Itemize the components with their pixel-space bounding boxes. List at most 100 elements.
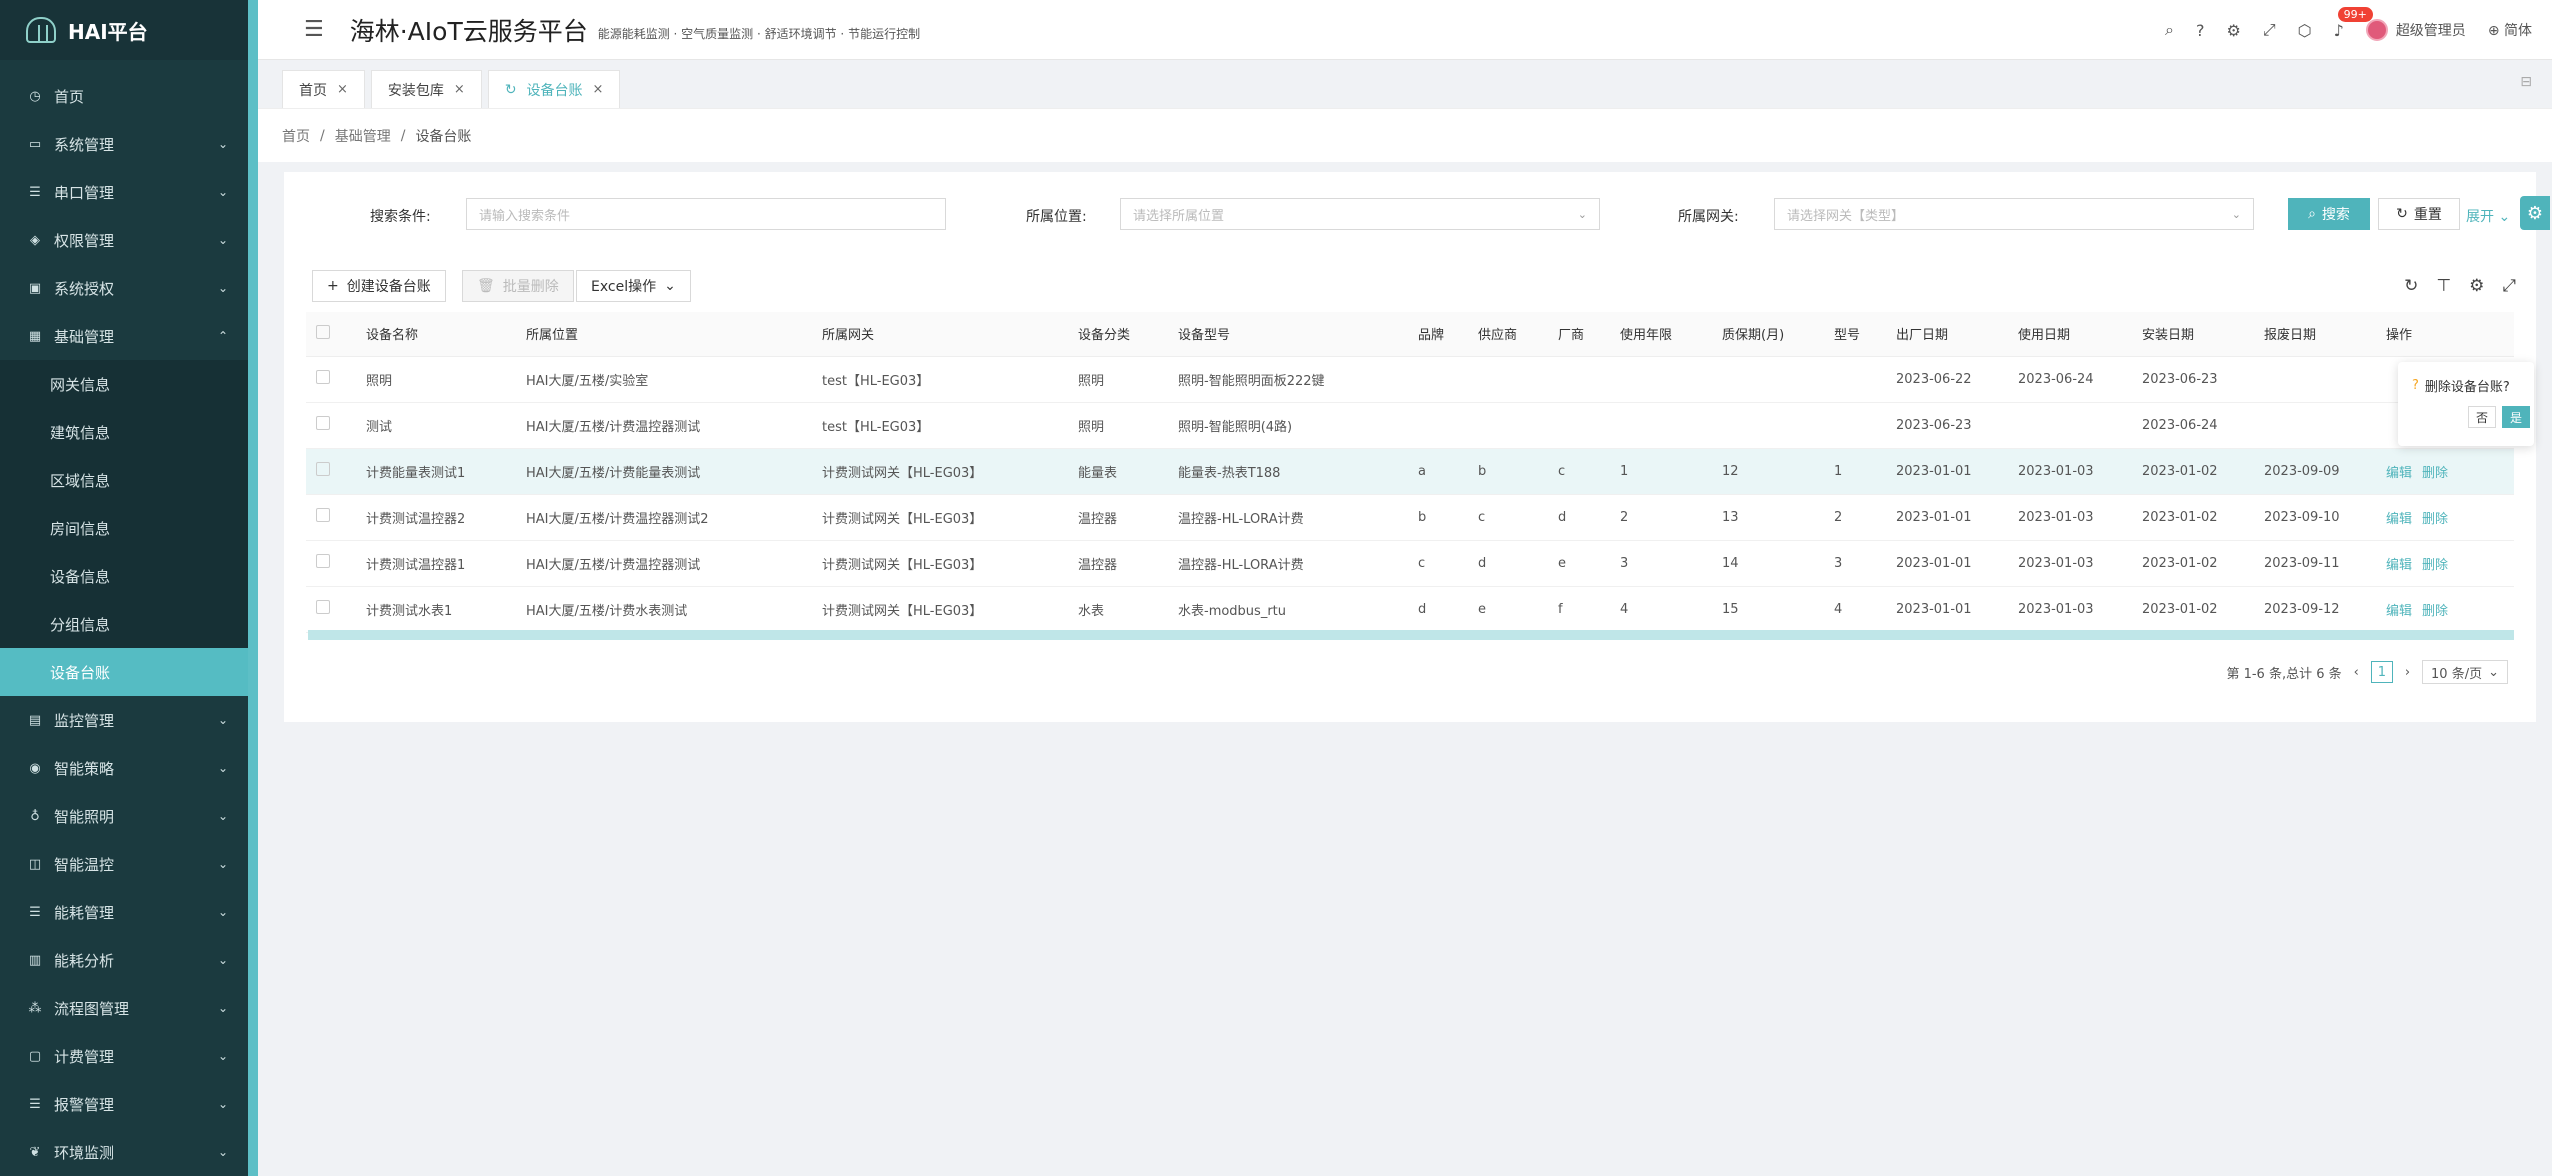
sidebar-item-alarm[interactable]: ☰ 报警管理 ⌄: [0, 1080, 248, 1128]
edit-link[interactable]: 编辑: [2386, 604, 2412, 619]
col-header[interactable]: 质保期(月): [1712, 312, 1824, 357]
next-page-icon[interactable]: ›: [2405, 665, 2410, 680]
sidebar-item-basic[interactable]: ▦ 基础管理 ⌃: [0, 312, 248, 360]
breadcrumb-home[interactable]: 首页: [282, 126, 310, 146]
search-button[interactable]: ⌕ 搜索: [2288, 198, 2370, 230]
sidebar-item-building[interactable]: 建筑信息: [0, 408, 248, 456]
language-switch[interactable]: ⊕ 简体: [2488, 20, 2532, 40]
sidebar-item-home[interactable]: ◷ 首页: [0, 72, 248, 120]
edit-link[interactable]: 编辑: [2386, 558, 2412, 573]
batch-delete-button[interactable]: 🗑 批量删除: [462, 270, 574, 302]
col-header[interactable]: 品牌: [1408, 312, 1468, 357]
sidebar-scrollbar[interactable]: [248, 0, 258, 1176]
sidebar-item-area[interactable]: 区域信息: [0, 456, 248, 504]
column-settings-icon[interactable]: ⚙: [2469, 276, 2484, 296]
prev-page-icon[interactable]: ‹: [2354, 665, 2359, 680]
search-input[interactable]: 请输入搜索条件: [466, 198, 946, 230]
sidebar-item-env[interactable]: ❦ 环境监测 ⌄: [0, 1128, 248, 1176]
table-row[interactable]: 计费测试温控器2 HAI大厦/五楼/计费温控器测试2 计费测试网关【HL-EG03】…: [306, 494, 2514, 541]
sidebar-item-energy[interactable]: ☰ 能耗管理 ⌄: [0, 888, 248, 936]
table-row[interactable]: 计费测试温控器1 HAI大厦/五楼/计费温控器测试 计费测试网关【HL-EG03】温…: [306, 540, 2514, 587]
delete-link[interactable]: 删除: [2422, 604, 2448, 619]
sidebar-item-billing[interactable]: ▢ 计费管理 ⌄: [0, 1032, 248, 1080]
row-checkbox[interactable]: [316, 600, 330, 614]
sidebar-item-monitor[interactable]: ▤ 监控管理 ⌄: [0, 696, 248, 744]
expand-button[interactable]: 展开 ⌄: [2466, 206, 2510, 226]
sidebar-item-device[interactable]: 设备信息: [0, 552, 248, 600]
page-size-select[interactable]: 10 条/页 ⌄: [2422, 660, 2508, 684]
tab-device-ledger[interactable]: ↻ 设备台账 ×: [487, 70, 621, 108]
col-header[interactable]: 使用日期: [2008, 312, 2132, 357]
density-icon[interactable]: ⊤: [2436, 276, 2451, 296]
col-header[interactable]: 使用年限: [1610, 312, 1712, 357]
col-header[interactable]: 设备分类: [1068, 312, 1168, 357]
close-icon[interactable]: ×: [337, 82, 348, 97]
sidebar-item-analysis[interactable]: ▥ 能耗分析 ⌄: [0, 936, 248, 984]
refresh-icon[interactable]: ↻: [505, 82, 517, 98]
excel-button[interactable]: Excel操作 ⌄: [576, 270, 691, 302]
gateway-select[interactable]: 请选择网关【类型】 ⌄: [1774, 198, 2254, 230]
search-icon[interactable]: ⌕: [2165, 20, 2174, 40]
sidebar-item-room[interactable]: 房间信息: [0, 504, 248, 552]
breadcrumb-basic[interactable]: 基础管理: [335, 126, 391, 146]
row-checkbox[interactable]: [316, 554, 330, 568]
col-header[interactable]: 报废日期: [2254, 312, 2376, 357]
col-header[interactable]: 型号: [1824, 312, 1886, 357]
edit-link[interactable]: 编辑: [2386, 466, 2412, 481]
create-ledger-button[interactable]: + 创建设备台账: [312, 270, 446, 302]
sidebar-item-group[interactable]: 分组信息: [0, 600, 248, 648]
close-icon[interactable]: ×: [593, 82, 604, 97]
col-header[interactable]: 供应商: [1468, 312, 1548, 357]
sidebar-item-flow[interactable]: ⁂ 流程图管理 ⌄: [0, 984, 248, 1032]
menu-fold-icon[interactable]: ☰: [304, 17, 324, 42]
location-select[interactable]: 请选择所属位置 ⌄: [1120, 198, 1600, 230]
row-checkbox[interactable]: [316, 370, 330, 384]
sidebar-item-strategy[interactable]: ◉ 智能策略 ⌄: [0, 744, 248, 792]
table-row[interactable]: 测试 HAI大厦/五楼/计费温控器测试 test【HL-EG03】 照明 照明-智能照明…: [306, 402, 2514, 449]
settings-icon[interactable]: ⚙: [2226, 21, 2240, 40]
bell-icon[interactable]: ♪ 99+: [2334, 6, 2373, 40]
lock-icon[interactable]: ⊟: [2520, 74, 2532, 90]
table-row[interactable]: 计费能量表测试1 HAI大厦/五楼/计费能量表测试 计费测试网关【HL-EG03】能…: [306, 448, 2514, 495]
page-number[interactable]: 1: [2370, 661, 2393, 683]
row-checkbox[interactable]: [316, 462, 330, 476]
col-header[interactable]: 设备型号: [1168, 312, 1408, 357]
sidebar-item-device-ledger[interactable]: 设备台账: [0, 648, 248, 696]
tab-home[interactable]: 首页 ×: [282, 70, 365, 108]
confirm-button[interactable]: 是: [2502, 406, 2530, 428]
edit-link[interactable]: 编辑: [2386, 512, 2412, 527]
table-row[interactable]: 计费测试水表1 HAI大厦/五楼/计费水表测试 计费测试网关【HL-EG03】 水表水…: [306, 586, 2514, 633]
sidebar-item-system[interactable]: ▭ 系统管理 ⌄: [0, 120, 248, 168]
reload-icon[interactable]: ↻: [2404, 276, 2418, 296]
col-header[interactable]: 所属网关: [812, 312, 1068, 357]
col-header[interactable]: 安装日期: [2132, 312, 2254, 357]
settings-float-icon[interactable]: ⚙: [2520, 196, 2550, 230]
tab-install-package[interactable]: 安装包库 ×: [370, 70, 482, 108]
select-all-checkbox[interactable]: [316, 324, 330, 339]
table-row[interactable]: 照明 HAI大厦/五楼/实验室 test【HL-EG03】 照明 照明-智能照明面板22…: [306, 356, 2514, 403]
sidebar-item-serial[interactable]: ☰ 串口管理 ⌄: [0, 168, 248, 216]
sidebar-item-license[interactable]: ▣ 系统授权 ⌄: [0, 264, 248, 312]
help-icon[interactable]: ?: [2196, 21, 2205, 40]
shield-icon[interactable]: ⬡: [2298, 21, 2312, 40]
horizontal-scrollbar[interactable]: [308, 630, 2514, 640]
delete-link[interactable]: 删除: [2422, 512, 2448, 527]
col-header[interactable]: 厂商: [1548, 312, 1610, 357]
reset-button[interactable]: ↻ 重置: [2378, 198, 2460, 230]
user-menu[interactable]: 超级管理员: [2365, 19, 2466, 41]
row-checkbox[interactable]: [316, 416, 330, 430]
sidebar-item-gateway[interactable]: 网关信息: [0, 360, 248, 408]
col-header[interactable]: 所属位置: [516, 312, 812, 357]
delete-link[interactable]: 删除: [2422, 466, 2448, 481]
col-header[interactable]: 出厂日期: [1886, 312, 2008, 357]
close-icon[interactable]: ×: [454, 82, 465, 97]
sidebar-item-lighting[interactable]: ♁ 智能照明 ⌄: [0, 792, 248, 840]
row-checkbox[interactable]: [316, 508, 330, 522]
sidebar-item-thermo[interactable]: ◫ 智能温控 ⌄: [0, 840, 248, 888]
fullscreen-icon[interactable]: ⤢: [2502, 276, 2516, 296]
fullscreen-icon[interactable]: ⤢: [2263, 20, 2276, 40]
sidebar-item-permission[interactable]: ◈ 权限管理 ⌄: [0, 216, 248, 264]
cancel-button[interactable]: 否: [2468, 406, 2496, 428]
delete-link[interactable]: 删除: [2422, 558, 2448, 573]
col-header[interactable]: 设备名称: [356, 312, 516, 357]
